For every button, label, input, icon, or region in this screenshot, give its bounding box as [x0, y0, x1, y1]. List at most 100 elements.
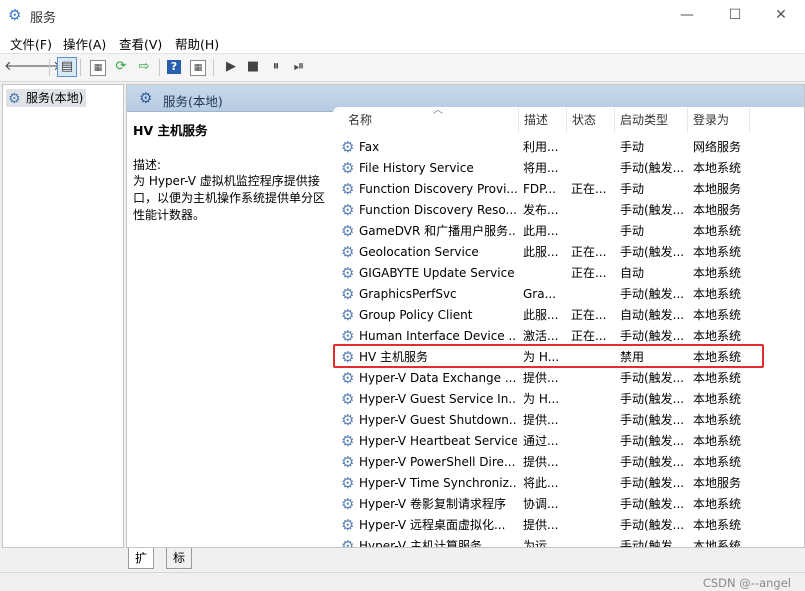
- cell-desc: 利用...: [523, 140, 559, 154]
- close-button[interactable]: ✕: [758, 0, 804, 31]
- cell-startup: 手动(触发...: [620, 287, 685, 301]
- cell-status: 正在...: [571, 329, 607, 343]
- restart-service-icon[interactable]: ⏯: [290, 58, 308, 76]
- cell-startup: 手动(触发...: [620, 161, 685, 175]
- column-header-startup-type[interactable]: 启动类型: [615, 107, 688, 133]
- column-header-logon-as[interactable]: 登录为: [688, 107, 750, 133]
- service-gear-icon: ⚙: [341, 453, 355, 471]
- forward-arrow-icon[interactable]: 🡒: [26, 58, 61, 76]
- cell-name: Hyper-V Data Exchange ...: [359, 371, 517, 385]
- cell-status: 正在...: [571, 245, 607, 259]
- table-row[interactable]: ⚙ Human Interface Device ... 激活... 正在... 手动(…: [333, 326, 788, 347]
- cell-desc: 为 H...: [523, 350, 560, 364]
- cell-status: [571, 452, 613, 473]
- properties-icon[interactable]: ▦: [90, 60, 106, 76]
- refresh-icon[interactable]: ⟳: [112, 58, 130, 76]
- service-gear-icon: ⚙: [341, 222, 355, 240]
- table-row[interactable]: ⚙ Hyper-V PowerShell Dire... 提供... 手动(触发...…: [333, 452, 788, 473]
- cell-status: [571, 410, 613, 431]
- table-row[interactable]: ⚙ Hyper-V 卷影复制请求程序 协调... 手动(触发... 本地系统: [333, 494, 788, 515]
- service-gear-icon: ⚙: [341, 411, 355, 429]
- gear-icon: ⚙: [8, 91, 21, 107]
- maximize-button[interactable]: ☐: [712, 0, 758, 31]
- cell-status: [571, 515, 613, 536]
- service-gear-icon: ⚙: [341, 180, 355, 198]
- table-row[interactable]: ⚙ Hyper-V 主机计算服务 为运... 手动(触发... 本地系统: [333, 536, 788, 547]
- menu-help[interactable]: 帮助(H): [175, 34, 219, 53]
- cell-startup: 自动(触发...: [620, 308, 685, 322]
- minimize-button[interactable]: —: [664, 0, 710, 31]
- cell-logon: 本地服务: [693, 476, 742, 490]
- cell-startup: 禁用: [620, 350, 645, 364]
- cell-status: 正在...: [571, 182, 607, 196]
- cell-name: Hyper-V 远程桌面虚拟化...: [359, 518, 506, 532]
- menu-action[interactable]: 操作(A): [63, 34, 106, 53]
- table-row[interactable]: ⚙ Hyper-V Heartbeat Service 通过... 手动(触发... 本…: [333, 431, 788, 452]
- table-row[interactable]: ⚙ File History Service 将用... 手动(触发... 本地系统: [333, 158, 788, 179]
- table-row[interactable]: ⚙ Function Discovery Reso... 发布... 手动(触发...…: [333, 200, 788, 221]
- watermark-text: CSDN @--angel: [702, 576, 791, 590]
- cell-desc: 为运...: [523, 539, 559, 547]
- table-row[interactable]: ⚙ Hyper-V 远程桌面虚拟化... 提供... 手动(触发... 本地系统: [333, 515, 788, 536]
- cell-name: Hyper-V Guest Shutdown...: [359, 413, 517, 427]
- cell-name: GraphicsPerfSvc: [359, 287, 457, 301]
- column-header-name[interactable]: ︿ 名称: [343, 107, 519, 133]
- table-row[interactable]: ⚙ Hyper-V Guest Service In... 为 H... 手动(触发.…: [333, 389, 788, 410]
- table-row[interactable]: ⚙ HV 主机服务 为 H... 禁用 本地系统: [333, 347, 788, 368]
- menu-view[interactable]: 查看(V): [119, 34, 162, 53]
- cell-name: Human Interface Device ...: [359, 329, 517, 343]
- table-row[interactable]: ⚙ Function Discovery Provi... FDP... 正在... 手…: [333, 179, 788, 200]
- cell-logon: 本地系统: [693, 245, 742, 259]
- cell-logon: 本地服务: [693, 182, 742, 196]
- cell-desc: 将用...: [523, 161, 559, 175]
- stop-service-icon[interactable]: ■: [244, 58, 262, 76]
- service-gear-icon: ⚙: [341, 348, 355, 366]
- export-list-icon[interactable]: ⇨: [135, 58, 153, 76]
- table-row[interactable]: ⚙ GIGABYTE Update Service 正在... 自动 本地系统: [333, 263, 788, 284]
- table-row[interactable]: ⚙ GameDVR 和广播用户服务... 此用... 手动 本地系统: [333, 221, 788, 242]
- selected-service-name: HV 主机服务: [133, 123, 208, 138]
- table-row[interactable]: ⚙ Hyper-V Data Exchange ... 提供... 手动(触发... 本…: [333, 368, 788, 389]
- tree-item-label: 服务(本地): [26, 91, 84, 105]
- table-row[interactable]: ⚙ Hyper-V Time Synchroniz... 将此... 手动(触发...…: [333, 473, 788, 494]
- table-row[interactable]: ⚙ Group Policy Client 此服... 正在... 自动(触发... 本地…: [333, 305, 788, 326]
- tab-extended[interactable]: 扩展: [128, 548, 155, 585]
- tab-standard[interactable]: 标准: [166, 548, 193, 585]
- title-bar: ⚙ 服务 — ☐ ✕: [0, 0, 805, 31]
- start-service-icon[interactable]: ▶: [222, 58, 240, 76]
- cell-name: GameDVR 和广播用户服务...: [359, 224, 517, 238]
- cell-name: Hyper-V 卷影复制请求程序: [359, 497, 506, 511]
- help-icon[interactable]: ?: [167, 60, 181, 74]
- cell-logon: 本地系统: [693, 266, 742, 280]
- service-gear-icon: ⚙: [341, 390, 355, 408]
- cell-startup: 手动(触发...: [620, 245, 685, 259]
- cell-status: [571, 431, 613, 452]
- service-gear-icon: ⚙: [341, 369, 355, 387]
- console-tree-icon[interactable]: ▤: [57, 57, 77, 77]
- services-list[interactable]: ︿ 名称 描述 状态 启动类型 登录为 ⚙ Fax 利用... 手动 网络服务 ⚙ File…: [333, 107, 804, 547]
- cell-startup: 手动(触发...: [620, 476, 685, 490]
- table-row[interactable]: ⚙ GraphicsPerfSvc Gra... 手动(触发... 本地系统: [333, 284, 788, 305]
- service-gear-icon: ⚙: [341, 495, 355, 513]
- cell-desc: 激活...: [523, 329, 559, 343]
- cell-name: GIGABYTE Update Service: [359, 266, 515, 280]
- cell-logon: 本地系统: [693, 392, 742, 406]
- main-pane: ⚙ 服务(本地) HV 主机服务 描述: 为 Hyper-V 虚拟机监控程序提供…: [126, 84, 805, 548]
- cell-desc: 协调...: [523, 497, 559, 511]
- table-row[interactable]: ⚙ Hyper-V Guest Shutdown... 提供... 手动(触发... 本…: [333, 410, 788, 431]
- tree-item-services-local[interactable]: ⚙ 服务(本地): [6, 89, 87, 107]
- service-gear-icon: ⚙: [341, 474, 355, 492]
- pause-service-icon[interactable]: ⏸: [267, 58, 285, 76]
- table-row[interactable]: ⚙ Geolocation Service 此服... 正在... 手动(触发... 本地…: [333, 242, 788, 263]
- table-row[interactable]: ⚙ Fax 利用... 手动 网络服务: [333, 137, 788, 158]
- column-header-status[interactable]: 状态: [567, 107, 615, 133]
- cell-startup: 自动: [620, 266, 645, 280]
- cell-desc: 将此...: [523, 476, 559, 490]
- back-arrow-icon[interactable]: 🡐: [4, 58, 39, 76]
- view-icon[interactable]: ▦: [190, 60, 206, 76]
- menu-file[interactable]: 文件(F): [10, 34, 52, 53]
- cell-logon: 本地系统: [693, 518, 742, 532]
- cell-logon: 本地系统: [693, 224, 742, 238]
- column-header-desc[interactable]: 描述: [519, 107, 567, 133]
- cell-name: Fax: [359, 140, 380, 154]
